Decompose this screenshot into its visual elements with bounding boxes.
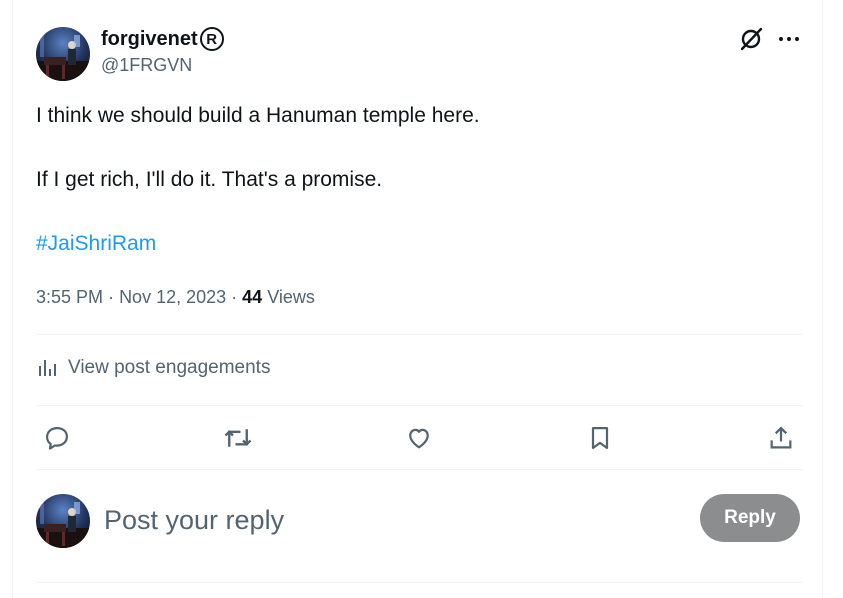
grok-slash-icon[interactable] [738,26,764,52]
divider [36,334,802,335]
reply-composer: Post your reply Reply [36,494,802,548]
view-engagements-link[interactable]: View post engagements [36,356,270,380]
author-display-name[interactable]: forgivenet R [101,26,224,52]
action-bar [36,420,802,456]
author-name-text: forgivenet [101,28,198,50]
post-date[interactable]: Nov 12, 2023 [119,287,226,307]
bookmark-icon[interactable] [585,423,615,453]
retweet-icon[interactable] [223,423,253,453]
post-line-2: If I get rich, I'll do it. That's a prom… [36,168,383,191]
reply-icon[interactable] [42,423,72,453]
share-icon[interactable] [766,423,796,453]
post-meta: 3:55 PM · Nov 12, 2023 · 44 Views [36,284,315,310]
post-time[interactable]: 3:55 PM [36,287,103,307]
hashtag-link[interactable]: #JaiShriRam [36,228,802,260]
post-line-1: I think we should build a Hanuman temple… [36,104,480,127]
reply-button[interactable]: Reply [700,494,800,542]
views-count: 44 [242,287,263,307]
views-label: Views [267,287,315,307]
post-text: I think we should build a Hanuman temple… [36,100,802,260]
author-handle[interactable]: @1FRGVN [101,52,224,78]
engagements-label: View post engagements [68,357,271,378]
divider [36,582,802,583]
post-top-actions [738,26,802,52]
meta-separator: · [108,287,120,307]
more-icon[interactable] [776,26,802,52]
user-avatar[interactable] [36,494,90,548]
like-icon[interactable] [404,423,434,453]
divider [36,405,802,406]
reply-input[interactable]: Post your reply [104,502,284,538]
meta-separator: · [231,287,243,307]
author-info: forgivenet R @1FRGVN [101,26,224,78]
registered-mark-icon: R [199,27,224,51]
main-column: forgivenet R @1FRGVN I think we should b… [12,0,823,598]
divider [36,469,802,470]
analytics-icon [39,360,56,376]
author-avatar[interactable] [36,27,90,81]
